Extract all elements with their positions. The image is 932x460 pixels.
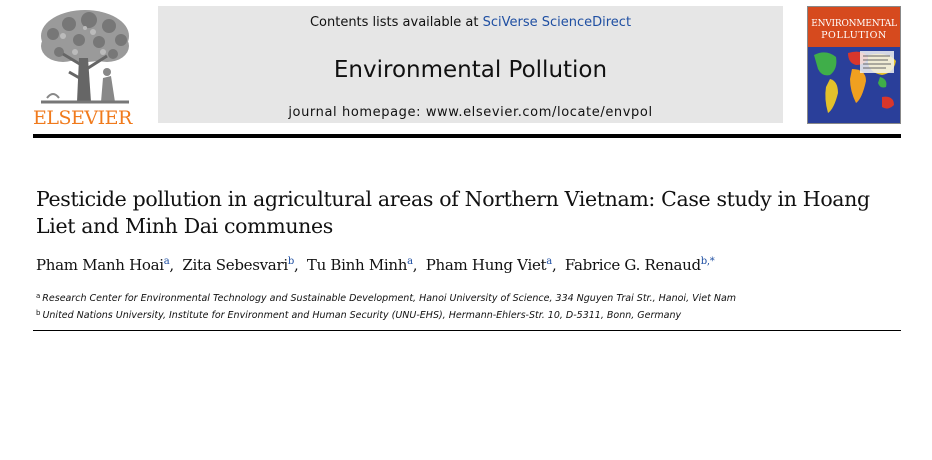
author-name[interactable]: Pham Hung Viet bbox=[426, 256, 547, 274]
author-name[interactable]: Fabrice G. Renaud bbox=[565, 256, 701, 274]
affiliation-item: a Research Center for Environmental Techn… bbox=[36, 289, 896, 306]
author-affiliation-mark[interactable]: a bbox=[407, 256, 413, 267]
elsevier-wordmark[interactable]: ELSEVIER bbox=[33, 108, 136, 128]
affiliation-list: a Research Center for Environmental Techn… bbox=[36, 289, 896, 323]
affiliation-mark: a bbox=[36, 292, 41, 300]
affiliation-text: United Nations University, Institute for… bbox=[42, 310, 682, 321]
journal-header: ELSEVIER Contents lists available at Sci… bbox=[0, 0, 932, 140]
journal-cover-thumbnail[interactable]: ENVIRONMENTAL POLLUTION bbox=[807, 6, 901, 124]
author-list: Pham Manh Hoaia, Zita Sebesvarib, Tu Bin… bbox=[36, 256, 715, 274]
header-divider bbox=[33, 134, 901, 138]
sciencedirect-link[interactable]: SciVerse ScienceDirect bbox=[483, 15, 631, 30]
cover-title-line1: ENVIRONMENTAL bbox=[811, 19, 897, 29]
contents-availability: Contents lists available at SciVerse Sci… bbox=[158, 15, 783, 31]
author-name[interactable]: Pham Manh Hoai bbox=[36, 256, 164, 274]
journal-info-box: Contents lists available at SciVerse Sci… bbox=[158, 6, 783, 123]
homepage-link[interactable]: www.elsevier.com/locate/envpol bbox=[426, 105, 653, 120]
homepage-prefix: journal homepage: bbox=[288, 105, 426, 120]
corresponding-author-mark[interactable]: b,* bbox=[701, 256, 715, 267]
article-title: Pesticide pollution in agricultural area… bbox=[36, 187, 870, 238]
title-block-divider bbox=[33, 330, 901, 331]
world-map-icon bbox=[808, 47, 900, 123]
affiliation-mark: b bbox=[36, 309, 41, 317]
tree-icon bbox=[41, 10, 129, 104]
author-name[interactable]: Tu Binh Minh bbox=[307, 256, 408, 274]
author-name[interactable]: Zita Sebesvari bbox=[182, 256, 288, 274]
journal-title: Environmental Pollution bbox=[333, 57, 608, 83]
affiliation-item: b United Nations University, Institute fo… bbox=[36, 306, 896, 323]
affiliation-text: Research Center for Environmental Techno… bbox=[42, 293, 737, 304]
cover-title-line2: POLLUTION bbox=[821, 30, 887, 41]
contents-prefix: Contents lists available at bbox=[309, 15, 483, 30]
journal-homepage: journal homepage: www.elsevier.com/locat… bbox=[158, 105, 783, 121]
